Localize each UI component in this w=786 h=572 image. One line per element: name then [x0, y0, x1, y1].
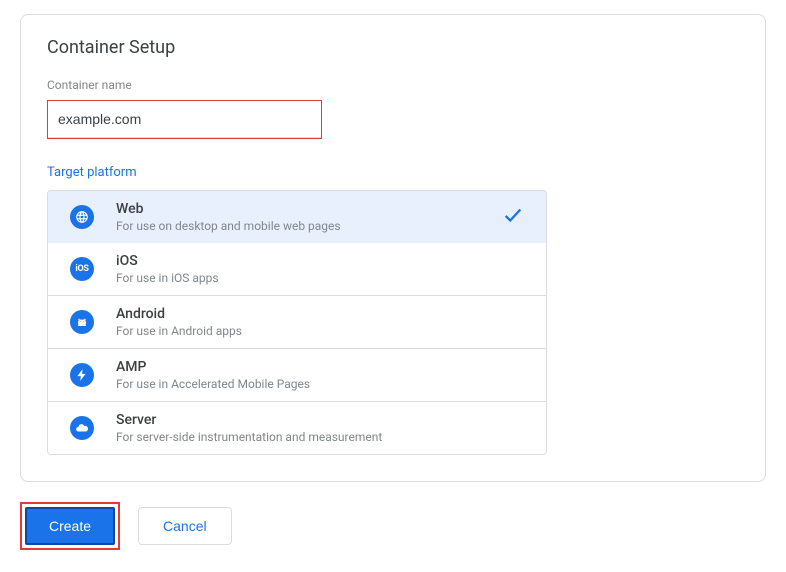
- platform-option-ios[interactable]: iOS iOS For use in iOS apps: [48, 243, 546, 296]
- page-title: Container Setup: [47, 37, 739, 58]
- platform-name: Android: [116, 306, 528, 322]
- platform-desc: For use in iOS apps: [116, 271, 528, 285]
- platform-name: Server: [116, 412, 528, 428]
- platform-list: Web For use on desktop and mobile web pa…: [47, 190, 547, 455]
- check-icon: [502, 204, 524, 230]
- platform-text: iOS For use in iOS apps: [116, 253, 528, 285]
- container-name-highlight: [47, 100, 322, 139]
- platform-name: iOS: [116, 253, 528, 269]
- container-setup-card: Container Setup Container name Target pl…: [20, 14, 766, 482]
- bolt-icon: [70, 363, 94, 387]
- platform-text: Android For use in Android apps: [116, 306, 528, 338]
- platform-text: AMP For use in Accelerated Mobile Pages: [116, 359, 528, 391]
- create-button[interactable]: Create: [25, 507, 115, 545]
- platform-desc: For server-side instrumentation and meas…: [116, 430, 528, 444]
- action-bar: Create Cancel: [20, 502, 766, 550]
- container-name-label: Container name: [47, 78, 739, 92]
- cloud-icon: [70, 416, 94, 440]
- platform-name: Web: [116, 201, 502, 217]
- platform-option-server[interactable]: Server For server-side instrumentation a…: [48, 402, 546, 454]
- platform-desc: For use on desktop and mobile web pages: [116, 219, 502, 233]
- globe-icon: [70, 205, 94, 229]
- platform-desc: For use in Android apps: [116, 324, 528, 338]
- create-highlight: Create: [20, 502, 120, 550]
- platform-name: AMP: [116, 359, 528, 375]
- platform-desc: For use in Accelerated Mobile Pages: [116, 377, 528, 391]
- platform-text: Server For server-side instrumentation a…: [116, 412, 528, 444]
- container-name-input[interactable]: [48, 101, 321, 138]
- platform-option-web[interactable]: Web For use on desktop and mobile web pa…: [47, 190, 547, 244]
- platform-option-amp[interactable]: AMP For use in Accelerated Mobile Pages: [48, 349, 546, 402]
- ios-icon: iOS: [70, 257, 94, 281]
- platform-text: Web For use on desktop and mobile web pa…: [116, 201, 502, 233]
- target-platform-label: Target platform: [47, 165, 739, 180]
- android-icon: [70, 310, 94, 334]
- cancel-button[interactable]: Cancel: [138, 507, 232, 545]
- platform-option-android[interactable]: Android For use in Android apps: [48, 296, 546, 349]
